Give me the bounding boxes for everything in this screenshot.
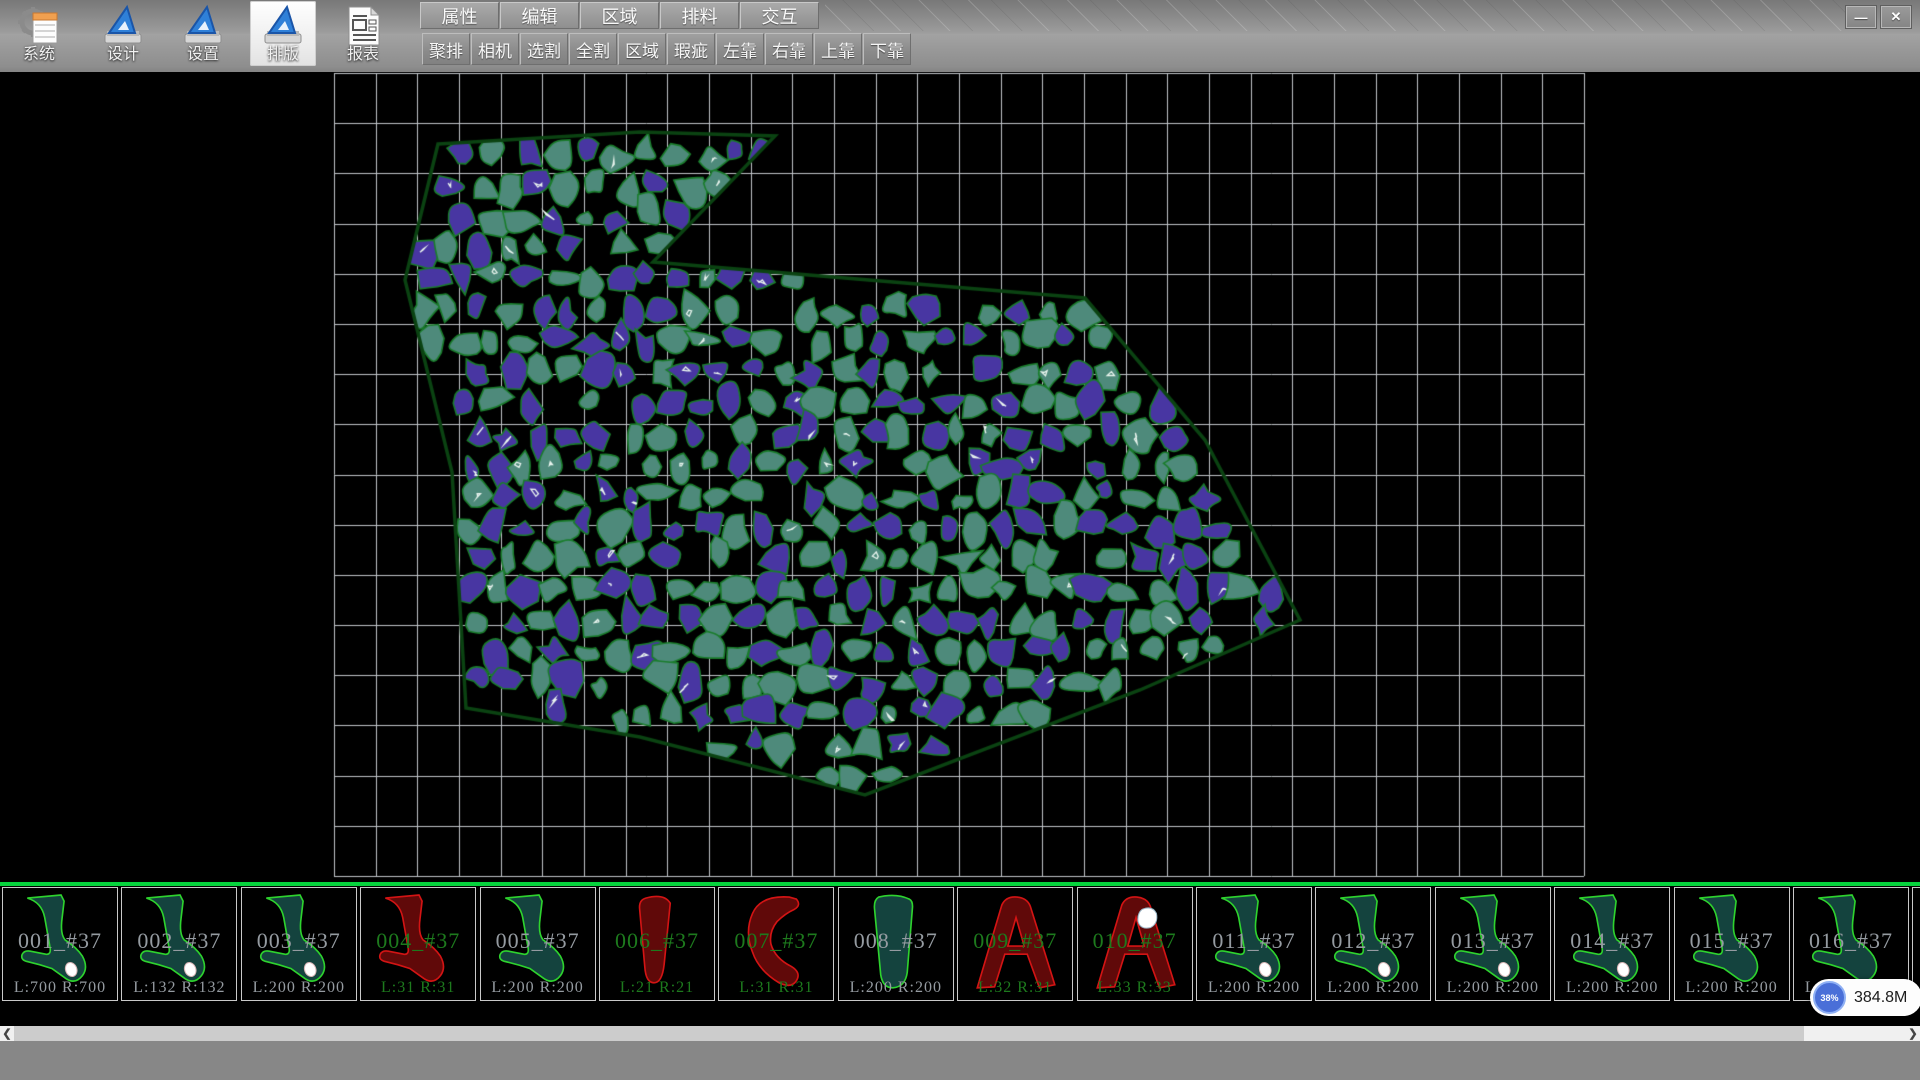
app-button-label: 设计 — [90, 40, 156, 64]
action-cut-all[interactable]: 全割 — [569, 33, 617, 65]
piece-lr-count-label: L:31 R:31 — [719, 979, 833, 997]
scrollbar-thumb[interactable] — [14, 1026, 1804, 1041]
action-camera[interactable]: 相机 — [471, 33, 519, 65]
piece-lr-count-label: L:700 R:700 — [3, 979, 117, 997]
window-controls: — ✕ — [1845, 5, 1912, 29]
action-zone[interactable]: 区域 — [618, 33, 666, 65]
piece-thumbnail-cell[interactable]: 012_#37 L:200 R:200 — [1315, 887, 1431, 1001]
nesting-canvas[interactable] — [0, 72, 1920, 882]
action-align-top[interactable]: 上靠 — [814, 33, 862, 65]
piece-id-label: 001_#37 — [3, 928, 117, 954]
tab-region[interactable]: 区域 — [580, 2, 659, 29]
menu-tab-bar: 属性编辑区域排料交互 — [420, 2, 820, 31]
memory-value: 384.8M — [1854, 979, 1907, 1016]
strip-separator — [0, 882, 1920, 886]
action-defect[interactable]: 瑕疵 — [667, 33, 715, 65]
action-align-right[interactable]: 右靠 — [765, 33, 813, 65]
tab-edit[interactable]: 编辑 — [500, 2, 579, 29]
piece-lr-count-label: L:200 R:200 — [839, 979, 953, 997]
piece-id-label: 0 — [1913, 928, 1920, 954]
piece-thumbnail-cell[interactable]: 008_#37 L:200 R:200 — [838, 887, 954, 1001]
piece-thumbnail-cell[interactable]: 002_#37 L:132 R:132 — [121, 887, 237, 1001]
app-button-report[interactable]: 报表 — [330, 1, 396, 66]
piece-id-label: 009_#37 — [958, 928, 1072, 954]
piece-thumbnail-cell[interactable]: 010_#37 L:33 R:33 — [1077, 887, 1193, 1001]
app-button-label: 系统 — [6, 40, 72, 64]
piece-lr-count-label: L:200 R:200 — [1316, 979, 1430, 997]
bottom-status-bar — [0, 1041, 1920, 1080]
piece-lr-count-label: L:32 R:31 — [958, 979, 1072, 997]
application-window: 系统设计设置排版报表 属性编辑区域排料交互 聚排相机选割全割区域瑕疵左靠右靠上靠… — [0, 0, 1920, 1080]
scroll-right-icon[interactable]: ❯ — [1906, 1026, 1920, 1041]
piece-thumbnail-cell[interactable]: 014_#37 L:200 R:200 — [1554, 887, 1670, 1001]
piece-id-label: 007_#37 — [719, 928, 833, 954]
app-button-label: 设置 — [170, 40, 236, 64]
piece-id-label: 010_#37 — [1078, 928, 1192, 954]
piece-thumbnail-cell[interactable]: 004_#37 L:31 R:31 — [360, 887, 476, 1001]
piece-id-label: 015_#37 — [1675, 928, 1789, 954]
piece-id-label: 003_#37 — [242, 928, 356, 954]
app-button-layout[interactable]: 排版 — [250, 1, 316, 66]
nesting-workspace[interactable] — [0, 72, 1920, 882]
app-button-label: 报表 — [330, 40, 396, 64]
piece-lr-count-label: L:200 R:200 — [242, 979, 356, 997]
titlebar-texture — [825, 0, 1853, 31]
progress-circle: 38% — [1813, 981, 1846, 1014]
tab-interaction[interactable]: 交互 — [740, 2, 819, 29]
tab-nesting[interactable]: 排料 — [660, 2, 739, 29]
action-cut-selected[interactable]: 选割 — [520, 33, 568, 65]
piece-lr-count-label: L:132 R:132 — [122, 979, 236, 997]
piece-id-label: 016_#37 — [1794, 928, 1908, 954]
piece-id-label: 004_#37 — [361, 928, 475, 954]
piece-lr-count-label: L:200 R:200 — [1675, 979, 1789, 997]
app-button-settings[interactable]: 设置 — [170, 1, 236, 66]
piece-id-label: 006_#37 — [600, 928, 714, 954]
memory-status-pill: 38% 384.8M — [1810, 979, 1920, 1016]
piece-id-label: 002_#37 — [122, 928, 236, 954]
action-align-left[interactable]: 左靠 — [716, 33, 764, 65]
piece-thumbnail-cell[interactable]: 011_#37 L:200 R:200 — [1196, 887, 1312, 1001]
close-button[interactable]: ✕ — [1880, 5, 1912, 29]
piece-lr-count-label: L:21 R:21 — [600, 979, 714, 997]
app-button-label: 排版 — [250, 40, 316, 64]
tab-properties[interactable]: 属性 — [420, 2, 499, 29]
toolbar: 系统设计设置排版报表 属性编辑区域排料交互 聚排相机选割全割区域瑕疵左靠右靠上靠… — [0, 0, 1920, 72]
piece-id-label: 005_#37 — [481, 928, 595, 954]
action-cluster-nest[interactable]: 聚排 — [422, 33, 470, 65]
piece-id-label: 011_#37 — [1197, 928, 1311, 954]
piece-thumbnail-cell[interactable]: 013_#37 L:200 R:200 — [1435, 887, 1551, 1001]
piece-id-label: 008_#37 — [839, 928, 953, 954]
piece-thumbnail-cell[interactable]: 005_#37 L:200 R:200 — [480, 887, 596, 1001]
piece-thumbnail-cell[interactable]: 009_#37 L:32 R:31 — [957, 887, 1073, 1001]
piece-thumbnail-cell[interactable]: 001_#37 L:700 R:700 — [2, 887, 118, 1001]
action-align-bottom[interactable]: 下靠 — [863, 33, 911, 65]
piece-lr-count-label: L:200 R:200 — [1197, 979, 1311, 997]
piece-lr-count-label: L:200 R:200 — [481, 979, 595, 997]
piece-thumbnail-cell[interactable]: 003_#37 L:200 R:200 — [241, 887, 357, 1001]
piece-lr-count-label: L:31 R:31 — [361, 979, 475, 997]
piece-thumbnail-strip: 001_#37 L:700 R:700 002_#37 L:132 R:132 003_… — [0, 882, 1920, 1026]
piece-id-label: 014_#37 — [1555, 928, 1669, 954]
piece-thumbnail-cell[interactable]: 015_#37 L:200 R:200 — [1674, 887, 1790, 1001]
piece-lr-count-label: L:200 R:200 — [1436, 979, 1550, 997]
app-button-system[interactable]: 系统 — [6, 1, 72, 66]
horizontal-scrollbar[interactable]: ❮ ❯ — [0, 1026, 1920, 1041]
app-button-design[interactable]: 设计 — [90, 1, 156, 66]
piece-lr-count-label: L:33 R:33 — [1078, 979, 1192, 997]
minimize-button[interactable]: — — [1845, 5, 1877, 29]
scroll-left-icon[interactable]: ❮ — [0, 1026, 14, 1041]
piece-thumbnail-cell[interactable]: 006_#37 L:21 R:21 — [599, 887, 715, 1001]
action-button-row: 聚排相机选割全割区域瑕疵左靠右靠上靠下靠 — [422, 33, 912, 65]
piece-thumbnail-cell[interactable]: 007_#37 L:31 R:31 — [718, 887, 834, 1001]
piece-id-label: 012_#37 — [1316, 928, 1430, 954]
piece-lr-count-label: L:200 R:200 — [1555, 979, 1669, 997]
piece-id-label: 013_#37 — [1436, 928, 1550, 954]
